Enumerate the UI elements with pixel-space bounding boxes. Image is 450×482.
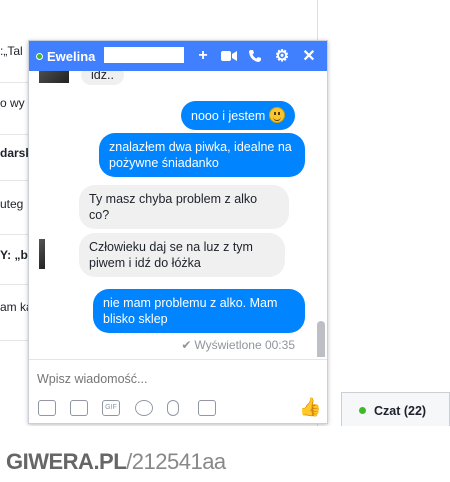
gif-icon[interactable]: GIF: [102, 400, 120, 416]
right-pane: [318, 0, 450, 430]
seen-status: ✔ Wyświetlone 00:35: [181, 338, 295, 352]
chat-tab[interactable]: Czat (22): [341, 392, 450, 426]
attach-icon[interactable]: [167, 400, 179, 416]
redacted-surname: [104, 47, 184, 63]
watermark-site: GIWERA.PL: [6, 449, 127, 474]
camera-icon[interactable]: [198, 400, 216, 416]
chat-header[interactable]: Ewelina + ⚙ ✕: [29, 41, 327, 71]
video-icon[interactable]: [219, 46, 239, 66]
message-incoming: idź..: [81, 71, 124, 85]
smiley-emoji-icon: [269, 107, 286, 123]
feed-snippet: :„Tal: [0, 44, 23, 58]
phone-icon[interactable]: [245, 46, 265, 66]
message-outgoing: nie mam problemu z alko. Mam blisko skle…: [93, 289, 305, 333]
watermark: GIWERA.PL/212541aa: [6, 449, 226, 475]
feed-snippet: uteg: [0, 197, 24, 211]
feed-snippet: o wy: [0, 96, 25, 110]
avatar[interactable]: [39, 71, 69, 83]
composer: GIF 👍: [29, 359, 327, 423]
plus-icon[interactable]: +: [193, 46, 213, 66]
message-incoming: Ty masz chyba problem z alko co?: [79, 185, 289, 229]
chat-tab-label: Czat (22): [374, 404, 427, 418]
page: :„Tal o wy darsk uteg Y: „b am ka Ewelin…: [0, 0, 450, 482]
message-list[interactable]: idź.. nooo i jestem znalazłem dwa piwka,…: [29, 71, 327, 357]
check-icon: ✔: [181, 338, 192, 352]
photo-icon[interactable]: [38, 400, 56, 416]
gear-icon[interactable]: ⚙: [272, 46, 292, 66]
online-status-icon: [36, 53, 43, 60]
message-outgoing: znalazłem dwa piwka, idealne na pożywne …: [99, 133, 305, 177]
close-icon[interactable]: ✕: [299, 46, 319, 66]
message-input[interactable]: [37, 372, 317, 386]
feed-snippet: Y: „b: [0, 248, 28, 262]
message-incoming: Człowieku daj se na luz z tym piwem i id…: [79, 233, 285, 277]
message-outgoing: nooo i jestem: [181, 101, 296, 130]
contact-name[interactable]: Ewelina: [47, 49, 95, 64]
watermark-id: /212541aa: [126, 449, 226, 474]
scrollbar[interactable]: [317, 321, 325, 357]
chat-window: Ewelina + ⚙ ✕ idź.. nooo i jestem znalaz…: [28, 40, 328, 424]
sticker-icon[interactable]: [70, 400, 88, 416]
online-status-icon: [359, 407, 366, 414]
avatar[interactable]: [39, 239, 45, 269]
message-text: nooo i jestem: [191, 109, 266, 123]
like-icon[interactable]: 👍: [299, 397, 321, 417]
emoji-icon[interactable]: [135, 400, 153, 416]
